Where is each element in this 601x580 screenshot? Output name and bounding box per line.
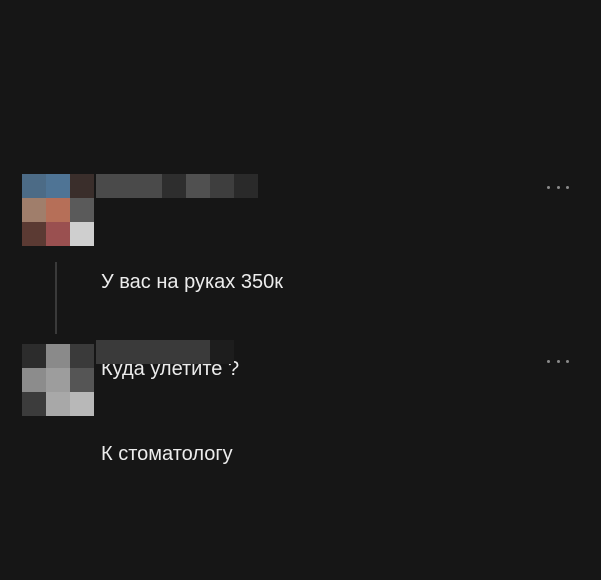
more-options-button[interactable] — [547, 182, 569, 192]
more-options-button[interactable] — [547, 356, 569, 366]
ellipsis-dot — [566, 359, 569, 363]
avatar[interactable] — [22, 344, 94, 416]
thread-connector-line — [55, 262, 57, 334]
username-redacted[interactable] — [96, 174, 258, 198]
ellipsis-dot — [556, 185, 560, 189]
post-text-line: У вас на руках 350к — [101, 271, 283, 293]
ellipsis-dot — [556, 359, 560, 363]
ellipsis-dot — [547, 359, 550, 363]
post-text-line: К стоматологу — [101, 443, 233, 465]
post-text: К стоматологу — [101, 382, 233, 527]
thread: У вас на руках 350к Куда улетите ? К сто… — [0, 0, 601, 580]
avatar[interactable] — [22, 174, 94, 246]
ellipsis-dot — [547, 185, 550, 189]
username-redacted[interactable] — [96, 340, 234, 364]
ellipsis-dot — [566, 185, 569, 189]
